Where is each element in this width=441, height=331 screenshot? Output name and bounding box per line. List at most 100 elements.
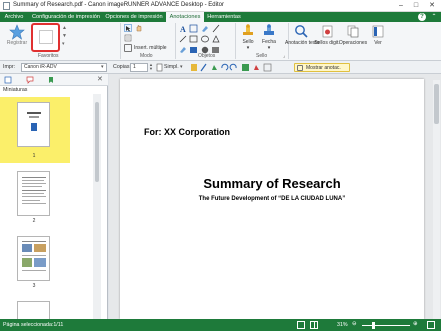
page-info: Página seleccionada:1/11 [3,322,64,328]
up-icon [212,65,217,70]
panel-scroll-thumb[interactable] [95,102,99,182]
tab-opciones-impresion[interactable]: Opciones de impresión [104,12,164,22]
fill-rect-icon [190,47,197,53]
operaciones-label[interactable]: Operaciones [337,40,369,46]
insert-multiple-label[interactable]: Insert. múltiple [134,45,167,51]
close-button[interactable]: ✕ [426,1,438,11]
thumb-line [22,270,46,271]
checkbox-icon[interactable] [124,44,132,52]
maximize-button[interactable]: □ [410,1,422,11]
thumbnails-tab-icon[interactable] [4,76,12,84]
simplex-dropdown-icon[interactable]: ▾ [180,64,183,70]
printer-select[interactable]: Canon iR-ADV [21,63,107,72]
redo-icon [229,63,237,71]
simplex-icon [155,63,164,72]
toolbar-actions[interactable] [190,63,282,72]
operations-icon[interactable] [347,25,359,38]
group-favoritos: Favoritos [38,53,59,59]
text-select-icon[interactable] [124,34,132,42]
separator [235,23,236,59]
print-toolbar: Impr: Canon iR-ADV ▾ Copias: 1 ▲ ▼ Simpl.… [0,61,441,74]
thumb-image [22,244,32,252]
thumb-line [22,255,46,256]
mostrar-anotaciones-button[interactable]: Mostrar anotac. [294,63,350,72]
undo-icon [221,63,229,71]
tab-archivo[interactable]: Archivo [3,12,25,22]
thumb-logo [31,123,37,131]
separator [120,23,121,59]
ver-label[interactable]: Ver [369,40,387,46]
ribbon-tabs: Archivo Configuración de impresión Opcio… [0,12,441,22]
objects-tools[interactable]: A [179,24,231,55]
thumbnail-page-2[interactable] [17,171,50,216]
page-number: 3 [32,283,36,289]
simplex-label[interactable]: Simpl. [164,64,179,70]
favorites-scroll[interactable]: ▲ ▼ ▾ [62,24,67,50]
close-panel-icon[interactable]: ✕ [97,75,103,83]
zoom-slider-thumb[interactable] [372,322,375,329]
annotation-toggle-icon [297,65,303,71]
viewer-scrollbar[interactable] [433,80,440,319]
viewer-scroll-thumb[interactable] [434,84,439,124]
document-icon [3,2,10,10]
annotations-tab-icon[interactable] [26,76,34,84]
title-bar: Summary of Research.pdf - Canon imageRUN… [0,0,441,12]
star-icon[interactable] [9,24,25,40]
thumb-line [22,190,46,191]
fit-page-icon[interactable] [427,321,435,329]
thumb-line [27,112,41,114]
zoom-in-icon[interactable]: ⊕ [413,321,417,327]
two-page-view-icon[interactable] [310,321,318,329]
arrow-tool-icon [179,35,187,43]
date-stamp-icon[interactable] [263,24,275,36]
help-icon[interactable]: ? [418,13,426,21]
sello-dropdown-icon[interactable]: ▾ [240,45,256,51]
thumbnail-page-3[interactable] [17,236,50,281]
thumb-image [34,244,46,252]
zoom-slider[interactable] [362,322,410,329]
favorite-slot-highlight[interactable] [31,23,60,52]
document-subtitle: The Future Development of “DE LA CIUDAD … [198,196,346,202]
tab-configuracion-impresion[interactable]: Configuración de impresión [30,12,102,22]
thumb-line [22,183,46,184]
minimize-button[interactable]: – [395,1,407,11]
digital-stamp-icon[interactable] [322,25,333,38]
thumb-line [22,203,46,204]
text-tool-icon: A [180,25,186,34]
anotacion-texto-label[interactable]: Anotación texto [285,40,319,46]
stamp-icon[interactable] [242,24,254,36]
select-mode-icon[interactable] [124,24,132,32]
panel-tabs: ✕ [0,74,108,86]
textbox-tool-icon [189,24,198,33]
impr-label: Impr: [3,64,16,70]
group-sello: Sello [256,53,268,59]
highlight-pen-icon [200,63,207,72]
tab-anotaciones[interactable]: Anotaciones [166,12,204,22]
view-icon[interactable] [372,25,384,38]
page-number: 2 [32,218,36,224]
group-launcher-icon[interactable]: ⌟ [283,53,285,59]
divider [314,322,315,328]
bookmarks-tab-icon[interactable] [47,76,55,84]
thumbnail-page-4[interactable] [17,301,50,319]
printer-dropdown-icon[interactable]: ▾ [101,64,104,70]
pen-tool-icon [202,26,208,32]
search-text-icon[interactable] [294,24,308,38]
thumb-line [22,186,42,187]
single-page-view-icon[interactable] [297,321,305,329]
zoom-out-icon[interactable]: ⊖ [352,321,356,327]
hand-mode-icon[interactable] [135,24,143,32]
ribbon-collapse-icon[interactable]: ⌃ [430,13,438,21]
thumb-line [22,241,46,242]
page-number: 1 [32,153,36,159]
tab-herramientas[interactable]: Herramientas [206,12,242,22]
mostrar-anotac-label: Mostrar anotac. [306,65,341,71]
thumbnail-page-1[interactable] [17,102,50,147]
copies-stepper[interactable]: ▲ ▼ [149,63,153,71]
panel-scrollbar[interactable] [93,94,101,319]
marker-tool-icon [180,47,186,53]
copias-label: Copias: [113,64,131,70]
copies-input[interactable]: 1 [130,63,148,72]
thumb-line [22,177,46,178]
fecha-dropdown-icon[interactable]: ▾ [261,45,277,51]
